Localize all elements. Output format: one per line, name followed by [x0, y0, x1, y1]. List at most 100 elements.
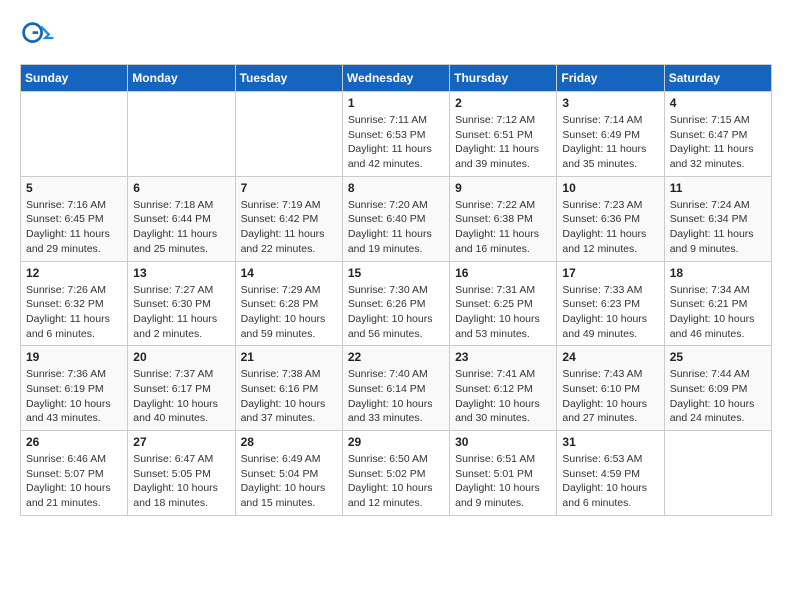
day-number: 12: [26, 266, 122, 280]
day-content: Sunrise: 7:27 AMSunset: 6:30 PMDaylight:…: [133, 283, 229, 342]
weekday-header-monday: Monday: [128, 65, 235, 92]
day-number: 13: [133, 266, 229, 280]
day-number: 1: [348, 96, 444, 110]
calendar-cell: 13 Sunrise: 7:27 AMSunset: 6:30 PMDayligh…: [128, 261, 235, 346]
day-content: Sunrise: 7:30 AMSunset: 6:26 PMDaylight:…: [348, 283, 444, 342]
day-content: Sunrise: 7:18 AMSunset: 6:44 PMDaylight:…: [133, 198, 229, 257]
day-number: 9: [455, 181, 551, 195]
day-content: Sunrise: 7:38 AMSunset: 6:16 PMDaylight:…: [241, 367, 337, 426]
calendar-cell: 26Sunrise: 6:46 AMSunset: 5:07 PMDayligh…: [21, 431, 128, 516]
day-number: 19: [26, 350, 122, 364]
calendar-cell: 25 Sunrise: 7:44 AMSunset: 6:09 PMDayligh…: [664, 346, 771, 431]
calendar-cell: 21 Sunrise: 7:38 AMSunset: 6:16 PMDayligh…: [235, 346, 342, 431]
calendar-cell: 17 Sunrise: 7:33 AMSunset: 6:23 PMDayligh…: [557, 261, 664, 346]
logo: [20, 20, 60, 56]
weekday-header-thursday: Thursday: [450, 65, 557, 92]
day-number: 2: [455, 96, 551, 110]
calendar-cell: 20 Sunrise: 7:37 AMSunset: 6:17 PMDayligh…: [128, 346, 235, 431]
day-content: Sunrise: 6:49 AMSunset: 5:04 PMDaylight:…: [241, 452, 337, 511]
calendar-cell: 22 Sunrise: 7:40 AMSunset: 6:14 PMDayligh…: [342, 346, 449, 431]
calendar-cell: 18 Sunrise: 7:34 AMSunset: 6:21 PMDayligh…: [664, 261, 771, 346]
weekday-header-sunday: Sunday: [21, 65, 128, 92]
day-number: 14: [241, 266, 337, 280]
day-number: 27: [133, 435, 229, 449]
day-number: 15: [348, 266, 444, 280]
day-number: 23: [455, 350, 551, 364]
day-content: Sunrise: 7:19 AMSunset: 6:42 PMDaylight:…: [241, 198, 337, 257]
day-content: Sunrise: 7:41 AMSunset: 6:12 PMDaylight:…: [455, 367, 551, 426]
day-number: 7: [241, 181, 337, 195]
day-content: Sunrise: 7:37 AMSunset: 6:17 PMDaylight:…: [133, 367, 229, 426]
calendar-cell: 28Sunrise: 6:49 AMSunset: 5:04 PMDayligh…: [235, 431, 342, 516]
weekday-header-tuesday: Tuesday: [235, 65, 342, 92]
day-content: Sunrise: 6:53 AMSunset: 4:59 PMDaylight:…: [562, 452, 658, 511]
day-content: Sunrise: 6:50 AMSunset: 5:02 PMDaylight:…: [348, 452, 444, 511]
calendar-cell: 12 Sunrise: 7:26 AMSunset: 6:32 PMDayligh…: [21, 261, 128, 346]
day-content: Sunrise: 7:43 AMSunset: 6:10 PMDaylight:…: [562, 367, 658, 426]
logo-icon: [20, 20, 56, 56]
day-content: Sunrise: 7:26 AMSunset: 6:32 PMDaylight:…: [26, 283, 122, 342]
calendar-cell: [21, 92, 128, 177]
day-content: Sunrise: 7:44 AMSunset: 6:09 PMDaylight:…: [670, 367, 766, 426]
calendar-cell: [128, 92, 235, 177]
weekday-header-saturday: Saturday: [664, 65, 771, 92]
day-content: Sunrise: 7:11 AMSunset: 6:53 PMDaylight:…: [348, 113, 444, 172]
day-content: Sunrise: 7:14 AMSunset: 6:49 PMDaylight:…: [562, 113, 658, 172]
calendar-cell: 29 Sunrise: 6:50 AMSunset: 5:02 PMDayligh…: [342, 431, 449, 516]
calendar-cell: 24Sunrise: 7:43 AMSunset: 6:10 PMDayligh…: [557, 346, 664, 431]
calendar-cell: 6 Sunrise: 7:18 AMSunset: 6:44 PMDaylight…: [128, 176, 235, 261]
calendar-cell: 23 Sunrise: 7:41 AMSunset: 6:12 PMDayligh…: [450, 346, 557, 431]
calendar-cell: 5 Sunrise: 7:16 AMSunset: 6:45 PMDaylight…: [21, 176, 128, 261]
day-content: Sunrise: 6:46 AMSunset: 5:07 PMDaylight:…: [26, 452, 122, 511]
calendar-cell: 19 Sunrise: 7:36 AMSunset: 6:19 PMDayligh…: [21, 346, 128, 431]
day-content: Sunrise: 7:12 AMSunset: 6:51 PMDaylight:…: [455, 113, 551, 172]
day-number: 21: [241, 350, 337, 364]
day-content: Sunrise: 6:47 AMSunset: 5:05 PMDaylight:…: [133, 452, 229, 511]
day-number: 20: [133, 350, 229, 364]
weekday-header-wednesday: Wednesday: [342, 65, 449, 92]
day-number: 5: [26, 181, 122, 195]
day-number: 18: [670, 266, 766, 280]
calendar-cell: 14 Sunrise: 7:29 AMSunset: 6:28 PMDayligh…: [235, 261, 342, 346]
calendar-cell: 1 Sunrise: 7:11 AMSunset: 6:53 PMDaylight…: [342, 92, 449, 177]
calendar-week-row: 12 Sunrise: 7:26 AMSunset: 6:32 PMDayligh…: [21, 261, 772, 346]
day-content: Sunrise: 7:34 AMSunset: 6:21 PMDaylight:…: [670, 283, 766, 342]
day-content: Sunrise: 7:24 AMSunset: 6:34 PMDaylight:…: [670, 198, 766, 257]
calendar-cell: 9Sunrise: 7:22 AMSunset: 6:38 PMDaylight…: [450, 176, 557, 261]
day-content: Sunrise: 7:36 AMSunset: 6:19 PMDaylight:…: [26, 367, 122, 426]
calendar-header-row: SundayMondayTuesdayWednesdayThursdayFrid…: [21, 65, 772, 92]
day-number: 29: [348, 435, 444, 449]
weekday-header-friday: Friday: [557, 65, 664, 92]
day-number: 11: [670, 181, 766, 195]
day-number: 16: [455, 266, 551, 280]
day-number: 8: [348, 181, 444, 195]
day-number: 6: [133, 181, 229, 195]
day-number: 3: [562, 96, 658, 110]
day-number: 17: [562, 266, 658, 280]
day-content: Sunrise: 7:33 AMSunset: 6:23 PMDaylight:…: [562, 283, 658, 342]
calendar-cell: 7 Sunrise: 7:19 AMSunset: 6:42 PMDaylight…: [235, 176, 342, 261]
day-number: 10: [562, 181, 658, 195]
calendar-cell: 4Sunrise: 7:15 AMSunset: 6:47 PMDaylight…: [664, 92, 771, 177]
day-content: Sunrise: 7:15 AMSunset: 6:47 PMDaylight:…: [670, 113, 766, 172]
header: [20, 20, 772, 56]
day-content: Sunrise: 7:29 AMSunset: 6:28 PMDaylight:…: [241, 283, 337, 342]
calendar-week-row: 5 Sunrise: 7:16 AMSunset: 6:45 PMDaylight…: [21, 176, 772, 261]
calendar-week-row: 26Sunrise: 6:46 AMSunset: 5:07 PMDayligh…: [21, 431, 772, 516]
calendar-cell: 11 Sunrise: 7:24 AMSunset: 6:34 PMDayligh…: [664, 176, 771, 261]
calendar-week-row: 19 Sunrise: 7:36 AMSunset: 6:19 PMDayligh…: [21, 346, 772, 431]
calendar-cell: 30Sunrise: 6:51 AMSunset: 5:01 PMDayligh…: [450, 431, 557, 516]
day-content: Sunrise: 7:31 AMSunset: 6:25 PMDaylight:…: [455, 283, 551, 342]
calendar-cell: 31Sunrise: 6:53 AMSunset: 4:59 PMDayligh…: [557, 431, 664, 516]
day-number: 25: [670, 350, 766, 364]
calendar-cell: 27 Sunrise: 6:47 AMSunset: 5:05 PMDayligh…: [128, 431, 235, 516]
calendar-table: SundayMondayTuesdayWednesdayThursdayFrid…: [20, 64, 772, 516]
day-content: Sunrise: 6:51 AMSunset: 5:01 PMDaylight:…: [455, 452, 551, 511]
calendar-cell: 8 Sunrise: 7:20 AMSunset: 6:40 PMDaylight…: [342, 176, 449, 261]
calendar-cell: [664, 431, 771, 516]
day-number: 22: [348, 350, 444, 364]
day-content: Sunrise: 7:40 AMSunset: 6:14 PMDaylight:…: [348, 367, 444, 426]
day-content: Sunrise: 7:16 AMSunset: 6:45 PMDaylight:…: [26, 198, 122, 257]
day-content: Sunrise: 7:20 AMSunset: 6:40 PMDaylight:…: [348, 198, 444, 257]
calendar-cell: 10Sunrise: 7:23 AMSunset: 6:36 PMDayligh…: [557, 176, 664, 261]
